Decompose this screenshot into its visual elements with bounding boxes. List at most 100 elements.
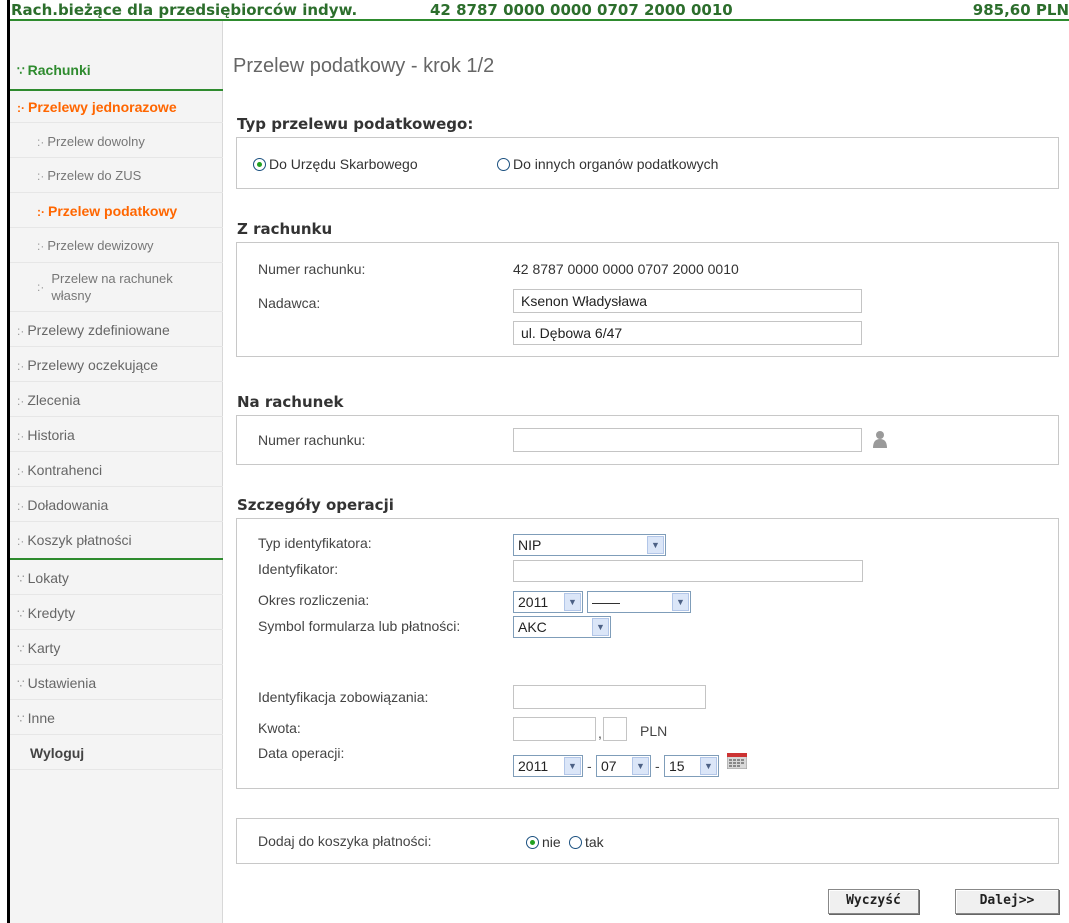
sidebar-item-label: Karty	[27, 640, 61, 656]
radio-checked-icon	[253, 157, 266, 171]
account-header: Rach.bieżące dla przedsiębiorców indyw. …	[10, 0, 1069, 21]
radio-unchecked-icon	[569, 835, 582, 849]
date-year-select[interactable]: 2011 ▼	[513, 755, 583, 777]
identifier-field[interactable]	[513, 560, 863, 582]
sidebar-item-label: Rachunki	[27, 62, 91, 78]
sidebar-item-przelewy-oczekujace[interactable]: :· Przelewy oczekujące	[10, 348, 223, 382]
sender-label: Nadawca:	[258, 295, 321, 311]
form-symbol-label: Symbol formularza lub płatności:	[258, 618, 461, 634]
sidebar-item-przelew-wlasny[interactable]: :· Przelew na rachunek własny	[10, 264, 223, 312]
liability-field[interactable]	[513, 685, 706, 709]
calendar-icon[interactable]	[727, 753, 747, 769]
sidebar-item-label: Kontrahenci	[27, 462, 103, 478]
date-separator: -	[655, 758, 660, 774]
sidebar-item-label: Przelew dewizowy	[47, 238, 154, 253]
sidebar-item-label: Przelew podatkowy	[48, 203, 178, 219]
bullet-icon: :·	[37, 280, 45, 294]
chevron-down-icon: ▼	[672, 593, 689, 611]
bullet-icon: :·	[17, 394, 25, 408]
section-title-details: Szczegóły operacji	[237, 496, 394, 514]
sidebar-item-inne[interactable]: ∵ Inne	[10, 701, 223, 735]
details-box: Typ identyfikatora: NIP ▼ Identyfikator:…	[236, 518, 1059, 789]
radio-unchecked-icon	[497, 157, 510, 171]
type-box: Do Urzędu Skarbowego Do innych organów p…	[236, 137, 1059, 189]
sender-address-field[interactable]: ul. Dębowa 6/47	[513, 321, 862, 345]
bullet-icon: :·	[37, 135, 45, 149]
liability-label: Identyfikacja zobowiązania:	[258, 689, 429, 705]
sidebar-item-kontrahenci[interactable]: :· Kontrahenci	[10, 453, 223, 487]
bullet-icon: ∵	[17, 712, 25, 726]
sidebar-item-przelewy-jednorazowe[interactable]: :· Przelewy jednorazowe	[10, 93, 223, 123]
period-year-select[interactable]: 2011 ▼	[513, 591, 583, 613]
chevron-down-icon: ▼	[632, 757, 649, 775]
sidebar-item-przelew-podatkowy[interactable]: :· Przelew podatkowy	[10, 194, 223, 228]
period-select[interactable]: —— ▼	[587, 591, 691, 613]
amount-separator: ,	[598, 725, 602, 741]
radio-urzad-skarbowy[interactable]: Do Urzędu Skarbowego	[253, 156, 418, 172]
sidebar-item-rachunki[interactable]: ∵ Rachunki	[10, 59, 223, 84]
sidebar-item-przelew-dewizowy[interactable]: :· Przelew dewizowy	[10, 229, 223, 263]
sidebar-item-przelew-dowolny[interactable]: :· Przelew dowolny	[10, 125, 223, 158]
select-value: 15	[669, 758, 685, 774]
radio-label: Do Urzędu Skarbowego	[269, 156, 418, 172]
bullet-icon: ∵	[17, 64, 25, 78]
logout-link[interactable]: Wyloguj	[10, 736, 223, 770]
radio-label: tak	[585, 834, 604, 850]
radio-inne-organy[interactable]: Do innych organów podatkowych	[497, 156, 718, 172]
clear-button[interactable]: Wyczyść	[828, 889, 919, 914]
sidebar-item-label: Kredyty	[27, 605, 76, 621]
select-value: 07	[601, 758, 617, 774]
sidebar-item-doladowania[interactable]: :· Doładowania	[10, 488, 223, 522]
next-button[interactable]: Dalej>>	[955, 889, 1059, 914]
sidebar-item-label: Przelew na rachunek	[51, 271, 173, 286]
currency-label: PLN	[640, 723, 668, 739]
bullet-icon: :·	[17, 359, 25, 373]
main-content: Przelew podatkowy - krok 1/2 Typ przelew…	[224, 21, 1069, 923]
to-account-field[interactable]	[513, 428, 862, 452]
sidebar-item-ustawienia[interactable]: ∵ Ustawienia	[10, 666, 223, 700]
form-symbol-select[interactable]: AKC ▼	[513, 616, 611, 638]
bullet-icon: :·	[17, 101, 25, 115]
sidebar-item-zlecenia[interactable]: :· Zlecenia	[10, 383, 223, 417]
basket-box: Dodaj do koszyka płatności: nie tak	[236, 818, 1059, 864]
date-month-select[interactable]: 07 ▼	[596, 755, 651, 777]
sidebar-item-label: Ustawienia	[27, 675, 97, 691]
sidebar-item-lokaty[interactable]: ∵ Lokaty	[10, 561, 223, 595]
period-label: Okres rozliczenia:	[258, 592, 370, 608]
section-title-from: Z rachunku	[237, 220, 333, 238]
radio-basket-no[interactable]: nie	[526, 834, 561, 850]
amount-decimal-field[interactable]	[603, 717, 627, 741]
sidebar-item-label: Historia	[27, 427, 75, 443]
radio-basket-yes[interactable]: tak	[569, 834, 604, 850]
sidebar-item-label: Przelew dowolny	[47, 134, 145, 149]
window-border	[0, 0, 10, 923]
chevron-down-icon: ▼	[592, 618, 609, 636]
chevron-down-icon: ▼	[564, 757, 581, 775]
date-day-select[interactable]: 15 ▼	[664, 755, 719, 777]
to-account-label: Numer rachunku:	[258, 432, 366, 448]
sidebar-item-label: Przelewy zdefiniowane	[27, 322, 170, 338]
sidebar-item-historia[interactable]: :· Historia	[10, 418, 223, 452]
sender-name-field[interactable]: Ksenon Władysława	[513, 289, 862, 313]
bullet-icon: :·	[37, 205, 45, 219]
sidebar-item-label: Przelewy oczekujące	[27, 357, 159, 373]
select-value: NIP	[518, 537, 542, 553]
select-value: AKC	[518, 619, 547, 635]
bullet-icon: :·	[17, 499, 25, 513]
contacts-person-icon[interactable]	[873, 430, 887, 448]
bullet-icon: :·	[17, 464, 25, 478]
bullet-icon: ∵	[17, 572, 25, 586]
chevron-down-icon: ▼	[647, 536, 664, 554]
bullet-icon: :·	[17, 429, 25, 443]
sidebar-nav: ∵ Rachunki :· Przelewy jednorazowe :· Przel…	[10, 21, 223, 923]
bullet-icon: :·	[37, 239, 45, 253]
amount-integer-field[interactable]	[513, 717, 596, 741]
sidebar-item-przelew-zus[interactable]: :· Przelew do ZUS	[10, 159, 223, 193]
basket-label: Dodaj do koszyka płatności:	[258, 833, 432, 849]
sidebar-item-przelewy-zdefiniowane[interactable]: :· Przelewy zdefiniowane	[10, 313, 223, 347]
sidebar-item-kredyty[interactable]: ∵ Kredyty	[10, 596, 223, 630]
id-type-label: Typ identyfikatora:	[258, 535, 372, 551]
id-type-select[interactable]: NIP ▼	[513, 534, 666, 556]
sidebar-item-koszyk-platnosci[interactable]: :· Koszyk płatności	[10, 523, 223, 557]
sidebar-item-karty[interactable]: ∵ Karty	[10, 631, 223, 665]
